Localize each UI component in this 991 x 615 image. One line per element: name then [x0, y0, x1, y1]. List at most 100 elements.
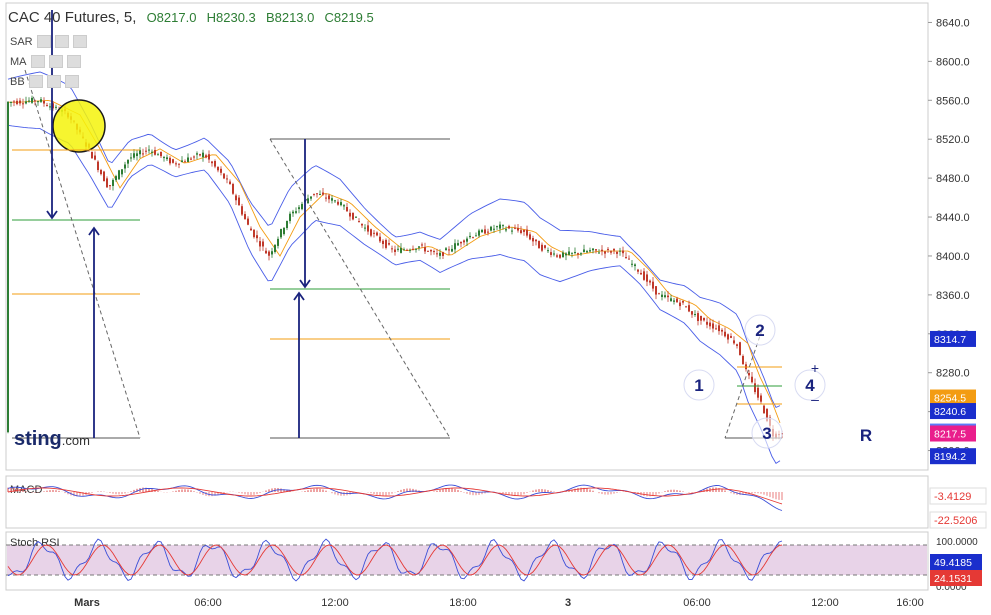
- candle-body: [256, 235, 258, 239]
- candle-body: [301, 203, 303, 210]
- candle-body: [631, 263, 633, 265]
- candle-body: [658, 293, 660, 295]
- candle-body: [724, 331, 726, 337]
- candle-body: [166, 157, 168, 160]
- candle-body: [625, 257, 627, 259]
- candle-body: [376, 232, 378, 236]
- candle-body: [685, 306, 687, 308]
- eye-icon[interactable]: [36, 35, 51, 48]
- candle-body: [436, 253, 438, 255]
- candle-body: [550, 252, 552, 255]
- candle-body: [148, 149, 150, 151]
- gear-icon[interactable]: [46, 75, 61, 88]
- candle-body: [559, 254, 561, 258]
- candle-body: [616, 251, 618, 254]
- candle-body: [589, 250, 591, 252]
- candle-body: [325, 197, 327, 199]
- candle-body: [553, 253, 555, 255]
- candle-body: [337, 201, 339, 205]
- candle-body: [595, 249, 597, 251]
- candle-body: [154, 150, 156, 155]
- candle-body: [241, 206, 243, 215]
- candle-body: [163, 157, 165, 159]
- candle-body: [643, 271, 645, 280]
- candle-body: [682, 300, 684, 303]
- candle-body: [610, 251, 612, 253]
- candle-body: [115, 176, 117, 181]
- candle-body: [388, 243, 390, 245]
- candle-body: [505, 229, 507, 231]
- candle-body: [271, 251, 273, 255]
- close-icon[interactable]: [66, 55, 81, 68]
- candle-body: [172, 159, 174, 163]
- close-icon[interactable]: [72, 35, 87, 48]
- candle-body: [727, 334, 729, 340]
- candle-body: [457, 243, 459, 246]
- candle-body: [469, 235, 471, 238]
- candle-body: [571, 252, 573, 254]
- candle-body: [451, 248, 453, 252]
- candle-body: [718, 325, 720, 332]
- time-tick-label: 06:00: [194, 597, 222, 609]
- eye-icon[interactable]: [30, 55, 45, 68]
- candle-body: [49, 106, 51, 108]
- candle-body: [670, 298, 672, 301]
- candle-body: [142, 153, 144, 155]
- candle-body: [757, 387, 759, 398]
- candle-body: [379, 236, 381, 242]
- wave-label: R: [860, 426, 872, 445]
- candle-body: [397, 248, 399, 250]
- candle-body: [709, 322, 711, 327]
- price-tick-label: 8600.0: [936, 56, 970, 68]
- price-tick-label: 8400.0: [936, 251, 970, 263]
- candle-body: [604, 251, 606, 254]
- candle-body: [409, 249, 411, 251]
- candle-body: [145, 150, 147, 152]
- candle-body: [289, 213, 291, 222]
- macd-value-label: -22.5206: [934, 515, 977, 527]
- indicator-bb[interactable]: BB: [10, 75, 79, 88]
- candle-body: [22, 103, 24, 105]
- candle-body: [283, 227, 285, 235]
- close-icon[interactable]: [64, 75, 79, 88]
- candle-body: [406, 249, 408, 251]
- candle-body: [538, 241, 540, 249]
- symbol-title[interactable]: CAC 40 Futures, 5,: [8, 9, 136, 26]
- candle-body: [373, 232, 375, 234]
- candle-body: [427, 250, 429, 252]
- candle-body: [352, 212, 354, 220]
- candle-body: [760, 395, 762, 402]
- candle-body: [733, 340, 735, 344]
- candle-body: [262, 241, 264, 247]
- chart-header: CAC 40 Futures, 5, O8217.0 H8230.3 B8213…: [8, 9, 374, 26]
- indicator-ma[interactable]: MA: [10, 55, 81, 68]
- candle-body: [211, 161, 213, 164]
- candle-body: [31, 97, 33, 103]
- candle-body: [418, 246, 420, 248]
- eye-icon[interactable]: [28, 75, 43, 88]
- candle-body: [463, 240, 465, 243]
- candle-body: [583, 249, 585, 253]
- gear-icon[interactable]: [54, 35, 69, 48]
- highlight-circle: [52, 99, 106, 153]
- candle-body: [127, 159, 129, 164]
- candle-body: [652, 281, 654, 289]
- price-badge-label: 8194.2: [934, 451, 966, 463]
- candle-body: [169, 157, 171, 164]
- price-badge-label: 8314.7: [934, 334, 966, 346]
- price-badge-label: 8240.6: [934, 406, 966, 418]
- candle-body: [490, 226, 492, 231]
- candle-body: [220, 168, 222, 173]
- candle-body: [55, 106, 57, 108]
- candle-body: [223, 173, 225, 179]
- candle-body: [493, 228, 495, 230]
- chart-canvas[interactable]: 8640.0 8600.0 8560.0 8520.0 8480.0 8440.0 8400…: [0, 0, 991, 615]
- candle-body: [502, 225, 504, 227]
- candle-body: [688, 305, 690, 312]
- candle-body: [424, 247, 426, 252]
- candle-body: [466, 238, 468, 242]
- indicator-sar[interactable]: SAR: [10, 35, 87, 48]
- candle-body: [277, 238, 279, 246]
- candle-body: [139, 150, 141, 155]
- gear-icon[interactable]: [48, 55, 63, 68]
